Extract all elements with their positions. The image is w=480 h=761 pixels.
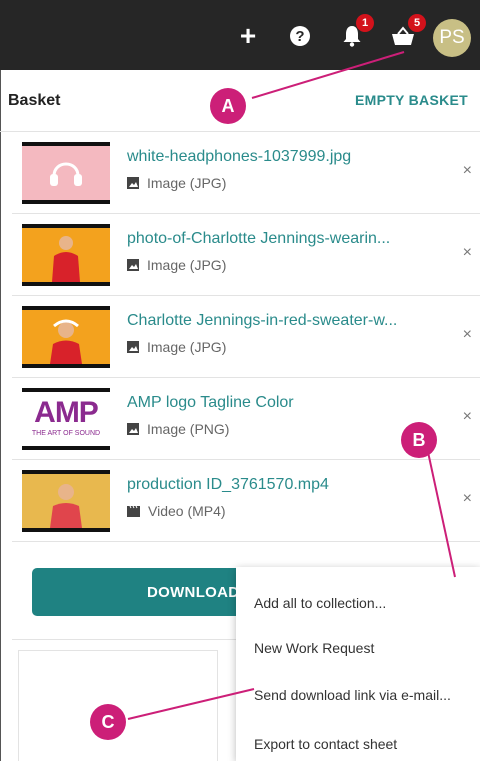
item-type: Image (JPG) bbox=[127, 257, 226, 273]
remove-item-button[interactable]: × bbox=[463, 326, 472, 344]
notification-badge: 1 bbox=[356, 14, 374, 32]
basket-item[interactable]: production ID_3761570.mp4 Video (MP4) × bbox=[12, 460, 480, 542]
menu-item-export-contact-sheet[interactable]: Export to contact sheet bbox=[254, 736, 397, 752]
menu-item-send-download-link[interactable]: Send download link via e-mail... bbox=[254, 687, 451, 703]
amp-tagline: THE ART OF SOUND bbox=[31, 430, 101, 437]
item-thumbnail: AMP THE ART OF SOUND bbox=[22, 388, 110, 450]
image-icon bbox=[127, 341, 139, 353]
item-type-label: Image (JPG) bbox=[147, 257, 227, 273]
basket-count-badge: 5 bbox=[408, 14, 426, 32]
remove-item-button[interactable]: × bbox=[463, 490, 472, 508]
svg-text:?: ? bbox=[295, 28, 304, 45]
basket-item[interactable]: white-headphones-1037999.jpg Image (JPG)… bbox=[12, 132, 480, 214]
remove-item-button[interactable]: × bbox=[463, 244, 472, 262]
item-thumbnail bbox=[22, 224, 110, 286]
menu-item-add-to-collection[interactable]: Add all to collection... bbox=[254, 595, 386, 611]
item-name[interactable]: Charlotte Jennings-in-red-sweater-w... bbox=[127, 312, 397, 330]
callout-b: B bbox=[401, 422, 437, 458]
item-name[interactable]: production ID_3761570.mp4 bbox=[127, 476, 329, 494]
callout-a: A bbox=[210, 88, 246, 124]
image-icon bbox=[127, 423, 139, 435]
help-icon[interactable]: ? bbox=[288, 24, 312, 48]
item-type-label: Image (JPG) bbox=[147, 175, 227, 191]
remove-item-button[interactable]: × bbox=[463, 408, 472, 426]
user-avatar[interactable]: PS bbox=[433, 19, 471, 57]
item-type-label: Video (MP4) bbox=[148, 503, 226, 519]
item-thumbnail bbox=[22, 306, 110, 368]
item-thumbnail bbox=[22, 470, 110, 532]
background-card bbox=[18, 650, 218, 761]
item-thumbnail bbox=[22, 142, 110, 204]
amp-logo: AMP bbox=[34, 396, 99, 429]
image-icon bbox=[127, 177, 139, 189]
basket-item[interactable]: photo-of-Charlotte Jennings-wearin... Im… bbox=[12, 214, 480, 296]
item-name[interactable]: photo-of-Charlotte Jennings-wearin... bbox=[127, 230, 390, 248]
item-type: Image (JPG) bbox=[127, 175, 226, 191]
item-type: Image (JPG) bbox=[127, 339, 226, 355]
basket-item[interactable]: Charlotte Jennings-in-red-sweater-w... I… bbox=[12, 296, 480, 378]
menu-item-new-work-request[interactable]: New Work Request bbox=[254, 640, 374, 656]
remove-item-button[interactable]: × bbox=[463, 162, 472, 180]
item-type: Image (PNG) bbox=[127, 421, 229, 437]
item-type-label: Image (JPG) bbox=[147, 339, 227, 355]
item-type-label: Image (PNG) bbox=[147, 421, 230, 437]
image-icon bbox=[127, 259, 139, 271]
add-icon[interactable]: + bbox=[236, 22, 260, 50]
download-options-menu: Add all to collection... New Work Reques… bbox=[236, 567, 480, 761]
callout-c: C bbox=[90, 704, 126, 740]
top-bar: + ? 1 5 PS bbox=[0, 0, 480, 70]
item-name[interactable]: white-headphones-1037999.jpg bbox=[127, 148, 351, 166]
video-icon bbox=[127, 505, 140, 517]
empty-basket-button[interactable]: EMPTY BASKET bbox=[355, 92, 468, 108]
item-name[interactable]: AMP logo Tagline Color bbox=[127, 394, 294, 412]
item-type: Video (MP4) bbox=[127, 503, 226, 519]
basket-title: Basket bbox=[8, 92, 61, 109]
